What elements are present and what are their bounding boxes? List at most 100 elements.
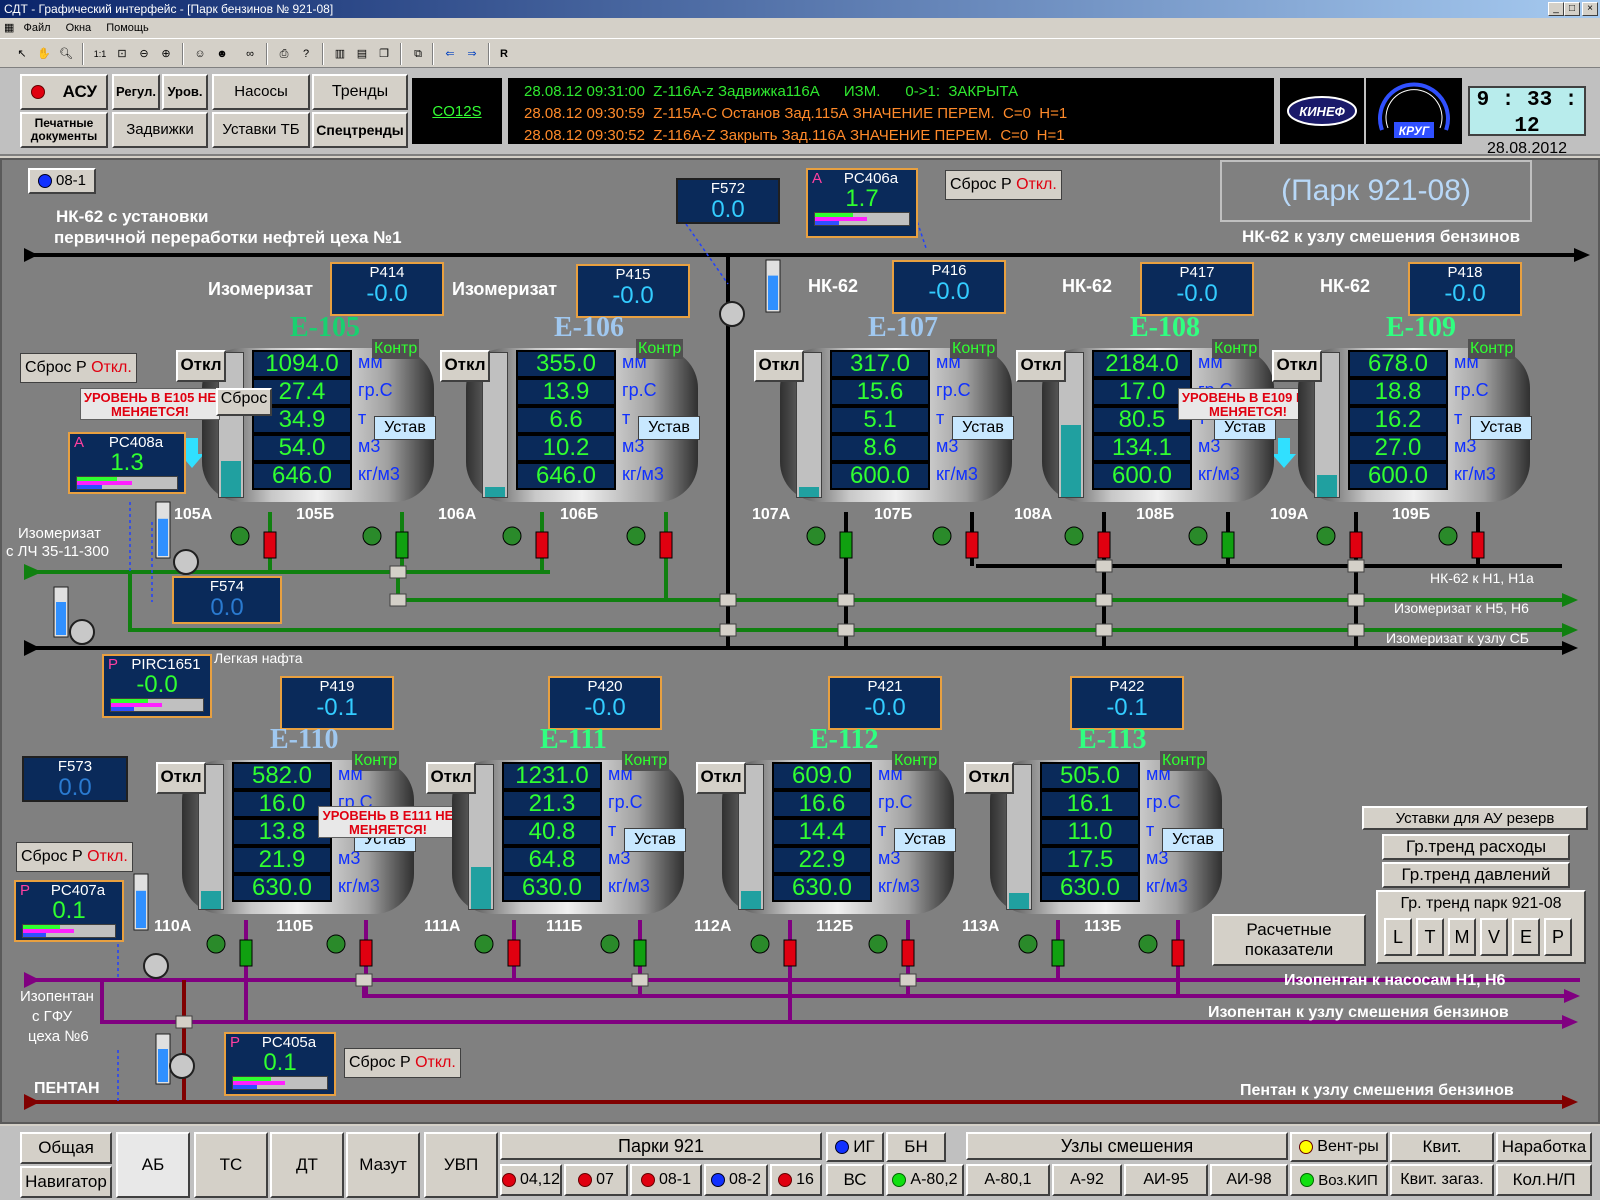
asu-button[interactable]: АСУ <box>20 74 108 110</box>
tank-off-button[interactable]: Откл <box>176 350 226 382</box>
kvit-button[interactable]: Квит. <box>1390 1132 1494 1162</box>
zoom-in-icon[interactable]: ⊕ <box>156 44 176 64</box>
event-row[interactable]: 28.08.12 09:30:59 Z-115A-C Останов Зад.1… <box>524 103 1258 125</box>
setpoints-reserve-button[interactable]: Уставки для АУ резерв <box>1362 806 1588 830</box>
nav-uvp-button[interactable]: УВП <box>424 1132 498 1198</box>
nav-ab-button[interactable]: АБ <box>116 1132 190 1198</box>
pumps-button[interactable]: Насосы <box>212 74 310 110</box>
park-button[interactable]: 08-2 <box>704 1164 768 1196</box>
print-docs-button[interactable]: Печатные документы <box>20 112 108 148</box>
tank-off-button[interactable]: Откл <box>754 350 804 382</box>
trend-pressure-button[interactable]: Гр.тренд давлений <box>1382 862 1570 888</box>
nav-dt-button[interactable]: ДТ <box>270 1132 344 1198</box>
arrow-left-icon[interactable]: ⇐ <box>440 44 460 64</box>
nav-general-button[interactable]: Общая <box>20 1132 112 1164</box>
arrow-right-icon[interactable]: ⇒ <box>462 44 482 64</box>
spectrends-button[interactable]: Спецтренды <box>312 112 408 148</box>
pressure-controller-pc405a[interactable]: P PC405a 0.1 <box>224 1032 336 1096</box>
vent-button[interactable]: Вент-ры <box>1290 1132 1388 1162</box>
setpoints-tb-button[interactable]: Уставки ТБ <box>212 112 310 148</box>
setpoint-button[interactable]: Устав <box>952 416 1014 440</box>
binoculars-icon[interactable]: ∞ <box>240 44 260 64</box>
pressure-meter-p415[interactable]: P415 -0.0 <box>576 264 690 318</box>
r-icon[interactable]: R <box>494 44 514 64</box>
trend-letter-button[interactable]: L <box>1384 918 1412 956</box>
calc-indicators-button[interactable]: Расчетные показатели <box>1212 914 1366 966</box>
setpoint-button[interactable]: Устав <box>638 416 700 440</box>
setpoint-button[interactable]: Устав <box>624 828 686 852</box>
co12s-link[interactable]: CO12S <box>412 78 502 144</box>
nav-ig-button[interactable]: ИГ <box>826 1132 884 1162</box>
menu-file[interactable]: Файл <box>23 22 50 34</box>
trend-letter-button[interactable]: E <box>1512 918 1540 956</box>
park-button[interactable]: 16 <box>770 1164 822 1196</box>
tank-off-button[interactable]: Откл <box>1016 350 1066 382</box>
tank-off-button[interactable]: Откл <box>696 762 746 794</box>
layout-cascade-icon[interactable]: ❐ <box>374 44 394 64</box>
pressure-meter-p417[interactable]: P417 -0.0 <box>1140 262 1254 316</box>
nav-mazut-button[interactable]: Мазут <box>346 1132 420 1198</box>
mixing-unit-button[interactable]: АИ-98 <box>1210 1164 1288 1196</box>
hand-icon[interactable]: ✋ <box>34 44 54 64</box>
flow-meter-f574[interactable]: F574 0.0 <box>172 576 282 624</box>
zoom-fit-icon[interactable]: ⊡ <box>112 44 132 64</box>
reset-p-pc405[interactable]: Сброс Р Откл. <box>344 1048 461 1078</box>
pressure-controller-pirc1651[interactable]: P PIRC1651 -0.0 <box>102 654 212 718</box>
tank-off-button[interactable]: Откл <box>156 762 206 794</box>
flow-meter-f572[interactable]: F572 0.0 <box>676 178 780 224</box>
trend-letter-button[interactable]: T <box>1416 918 1444 956</box>
layout-columns-icon[interactable]: ▥ <box>330 44 350 64</box>
mixing-units-header[interactable]: Узлы смешения <box>966 1132 1288 1160</box>
zoom-1to1-icon[interactable]: 1:1 <box>90 44 110 64</box>
alarm-reset-button[interactable]: Сброс <box>216 388 272 416</box>
kol-np-button[interactable]: Кол.Н/П <box>1496 1164 1592 1196</box>
close-button[interactable]: × <box>1582 2 1598 16</box>
reset-p-pc408[interactable]: Сброс Р Откл. <box>20 353 137 383</box>
pointer-icon[interactable]: ↖ <box>12 44 32 64</box>
pressure-controller-pc408a[interactable]: A PC408a 1.3 <box>68 432 186 494</box>
trend-flow-button[interactable]: Гр.тренд расходы <box>1382 834 1570 860</box>
layout-rows-icon[interactable]: ▤ <box>352 44 372 64</box>
magnifier-icon[interactable]: 🔍︎ <box>56 44 76 64</box>
urov-button[interactable]: Уров. <box>162 74 208 110</box>
tag-08-1-button[interactable]: 08-1 <box>28 168 96 194</box>
reset-p-pc406[interactable]: Сброс Р Откл. <box>945 170 1062 200</box>
setpoint-button[interactable]: Устав <box>1162 828 1224 852</box>
tank-off-button[interactable]: Откл <box>1272 350 1322 382</box>
valves-button[interactable]: Задвижки <box>112 112 208 148</box>
pressure-meter-p414[interactable]: P414 -0.0 <box>330 262 444 316</box>
pressure-meter-p421[interactable]: P421 -0.0 <box>828 676 942 730</box>
help-icon[interactable]: ? <box>296 44 316 64</box>
mixing-unit-button[interactable]: А-80,1 <box>966 1164 1050 1196</box>
park-button[interactable]: 04,12 <box>500 1164 562 1196</box>
pressure-meter-p416[interactable]: P416 -0.0 <box>892 260 1006 314</box>
minimize-button[interactable]: _ <box>1548 2 1564 16</box>
trend-letter-button[interactable]: M <box>1448 918 1476 956</box>
regul-button[interactable]: Регул. <box>112 74 160 110</box>
users-alt-icon[interactable]: ☻ <box>212 44 232 64</box>
mixing-unit-button[interactable]: АИ-95 <box>1124 1164 1208 1196</box>
window-icon[interactable]: ⧉ <box>408 44 428 64</box>
menu-windows[interactable]: Окна <box>66 22 92 34</box>
pressure-controller-pc407a[interactable]: P PC407a 0.1 <box>14 880 124 942</box>
park-button[interactable]: 08-1 <box>630 1164 702 1196</box>
pressure-meter-p419[interactable]: P419 -0.1 <box>280 676 394 730</box>
nav-a802-button[interactable]: А-80,2 <box>886 1164 964 1196</box>
setpoint-button[interactable]: Устав <box>1470 416 1532 440</box>
trend-letter-button[interactable]: P <box>1544 918 1572 956</box>
park-button[interactable]: 07 <box>564 1164 628 1196</box>
event-row[interactable]: 28.08.12 09:30:52 Z-116A-Z Закрыть Зад.1… <box>524 125 1258 147</box>
event-row[interactable]: 28.08.12 09:31:00 Z-116A-z Задвижка116A … <box>524 81 1258 103</box>
trends-button[interactable]: Тренды <box>312 74 408 110</box>
print-icon[interactable]: ⎙ <box>274 44 294 64</box>
voz-kip-button[interactable]: Воз.КИП <box>1290 1164 1388 1196</box>
pressure-controller-pc406a[interactable]: A PC406a 1.7 <box>806 168 918 238</box>
nav-bn-button[interactable]: БН <box>886 1132 946 1162</box>
menu-help[interactable]: Помощь <box>106 22 149 34</box>
pressure-meter-p420[interactable]: P420 -0.0 <box>548 676 662 730</box>
maximize-button[interactable]: □ <box>1564 2 1580 16</box>
nav-tc-button[interactable]: ТС <box>194 1132 268 1198</box>
pressure-meter-p422[interactable]: P422 -0.1 <box>1070 676 1184 730</box>
users-icon[interactable]: ☺ <box>190 44 210 64</box>
trend-letter-button[interactable]: V <box>1480 918 1508 956</box>
